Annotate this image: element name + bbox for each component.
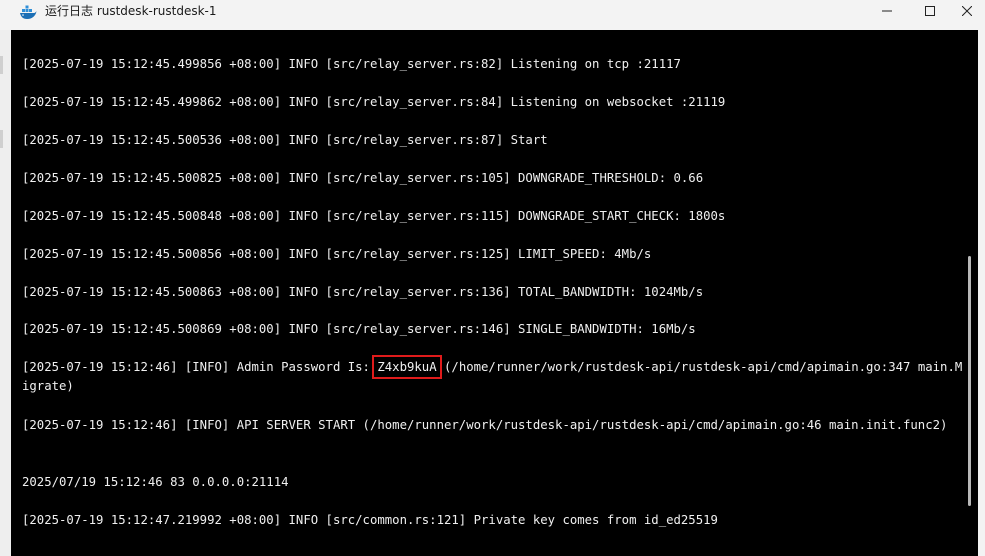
log-window: 运行日志 rustdesk-rustdesk-1 [2025-07-19 15:… — [0, 0, 985, 556]
log-line: [2025-07-19 15:12:45.500856 +08:00] INFO… — [22, 247, 652, 261]
maximize-icon — [925, 6, 935, 16]
log-line: [2025-07-19 15:12:45.500869 +08:00] INFO… — [22, 322, 696, 336]
left-edge — [0, 30, 11, 556]
admin-password-prefix: [2025-07-19 15:12:46] [INFO] Admin Passw… — [22, 360, 378, 374]
close-button[interactable] — [948, 0, 985, 22]
log-line: [2025-07-19 15:12:45.500536 +08:00] INFO… — [22, 133, 548, 147]
close-icon — [962, 6, 972, 16]
console-scrollbar[interactable] — [968, 256, 971, 506]
window-title: 运行日志 rustdesk-rustdesk-1 — [45, 4, 217, 18]
edge-marker — [0, 130, 3, 148]
minimize-icon — [882, 10, 892, 12]
admin-password-line: [2025-07-19 15:12:46] [INFO] Admin Passw… — [22, 355, 967, 396]
log-line: [2025-07-19 15:12:47.219992 +08:00] INFO… — [22, 513, 718, 527]
edge-marker — [0, 56, 3, 74]
log-line: [2025-07-19 15:12:45.499862 +08:00] INFO… — [22, 95, 726, 109]
listen-line: 2025/07/19 15:12:46 83 0.0.0.0:21114 — [22, 475, 289, 489]
log-line: [2025-07-19 15:12:45.500825 +08:00] INFO… — [22, 171, 704, 185]
admin-password-value: Z4xb9kuA — [372, 355, 442, 379]
log-line: [2025-07-19 15:12:45.499856 +08:00] INFO… — [22, 57, 681, 71]
minimize-button[interactable] — [868, 0, 906, 22]
title-bar[interactable]: 运行日志 rustdesk-rustdesk-1 — [0, 0, 985, 24]
log-line: [2025-07-19 15:12:45.500863 +08:00] INFO… — [22, 285, 704, 299]
log-line: [2025-07-19 15:12:45.500848 +08:00] INFO… — [22, 209, 726, 223]
docker-whale-icon — [19, 3, 37, 21]
api-server-line: [2025-07-19 15:12:46] [INFO] API SERVER … — [22, 418, 948, 432]
maximize-button[interactable] — [911, 0, 949, 22]
log-console[interactable]: [2025-07-19 15:12:45.499856 +08:00] INFO… — [11, 30, 978, 556]
